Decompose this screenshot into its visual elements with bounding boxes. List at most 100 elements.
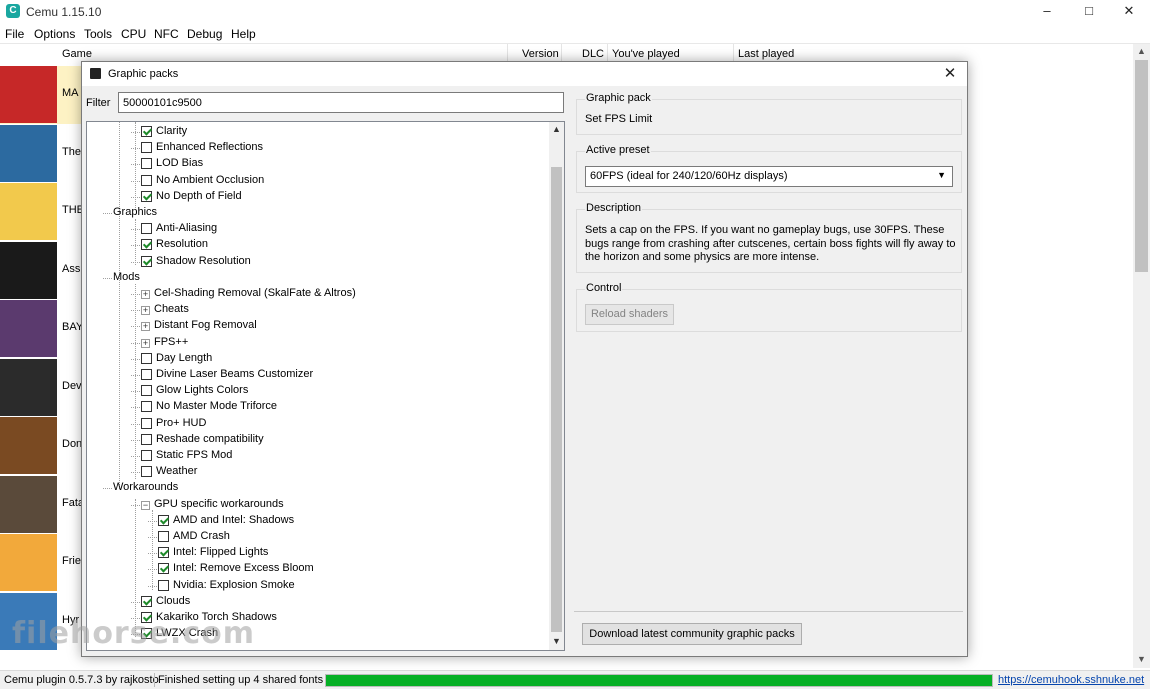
progress-fill — [326, 675, 992, 686]
status-link[interactable]: https://cemuhook.sshnuke.net — [998, 674, 1144, 686]
tree-item-label: Cheats — [154, 303, 189, 316]
checkbox-checked[interactable] — [158, 514, 169, 526]
checkbox-unchecked[interactable] — [141, 223, 152, 235]
game-row[interactable]: The — [0, 124, 82, 183]
checkbox-checked[interactable] — [141, 126, 152, 137]
checkbox-checked[interactable] — [141, 595, 152, 607]
expand-icon[interactable]: + — [141, 306, 150, 316]
tree-item-label: Intel: Remove Excess Bloom — [173, 562, 314, 575]
filter-input[interactable] — [118, 92, 564, 113]
active-preset-value: 60FPS (ideal for 240/120/60Hz displays) — [590, 170, 788, 182]
game-list-scrollbar[interactable]: ▲ ▼ — [1133, 44, 1150, 668]
expand-icon[interactable]: + — [141, 290, 150, 299]
checkbox-unchecked[interactable] — [141, 417, 152, 429]
tree-guide-line — [131, 326, 140, 328]
tree-guide-line — [131, 148, 140, 150]
checkbox-unchecked[interactable] — [158, 579, 169, 591]
checkbox-unchecked[interactable] — [141, 352, 152, 364]
reload-shaders-button[interactable]: Reload shaders — [585, 304, 674, 325]
checkbox-checked[interactable] — [141, 255, 152, 267]
tree-scroll-up-icon[interactable]: ▲ — [549, 124, 564, 134]
tree-guide-line — [148, 537, 157, 538]
expand-icon[interactable]: + — [141, 322, 150, 332]
tree-item-label: No Master Mode Triforce — [156, 400, 278, 413]
menu-cpu[interactable]: CPU — [121, 27, 146, 41]
description-label: Description — [585, 202, 643, 214]
checkbox-unchecked[interactable] — [141, 385, 152, 397]
tree-guide-line — [131, 164, 140, 166]
menu-nfc[interactable]: NFC — [154, 27, 179, 41]
status-message: Finished setting up 4 shared fonts — [158, 674, 324, 686]
checkbox-unchecked[interactable] — [141, 401, 152, 413]
tree-guide-line — [131, 439, 140, 441]
checkbox-unchecked[interactable] — [141, 158, 152, 170]
checkbox-unchecked[interactable] — [141, 433, 152, 445]
checkbox-checked[interactable] — [158, 547, 169, 559]
checkbox-unchecked[interactable] — [141, 174, 152, 186]
filter-label: Filter — [86, 97, 111, 109]
tree-guide-line — [131, 375, 140, 376]
scroll-up-icon[interactable]: ▲ — [1133, 46, 1150, 56]
tree-item-label: Pro+ HUD — [156, 416, 207, 429]
tree-item-label: Shadow Resolution — [156, 254, 251, 267]
game-row[interactable]: BAY — [0, 300, 83, 358]
collapse-icon[interactable]: − — [141, 500, 150, 510]
zelda-icon — [0, 124, 57, 182]
checkbox-unchecked[interactable] — [158, 531, 169, 542]
game-row[interactable]: MA — [0, 66, 82, 124]
tree-guide-line — [103, 213, 112, 214]
game-row[interactable]: Don — [0, 417, 82, 475]
tree-item-label: LOD Bias — [156, 157, 204, 170]
tree-scrollbar[interactable]: ▲ ▼ — [549, 122, 564, 650]
close-icon[interactable]: ✕ — [1106, 0, 1150, 24]
checkbox-unchecked[interactable] — [141, 450, 152, 461]
tree-guide-line — [131, 261, 140, 263]
menu-debug[interactable]: Debug — [187, 27, 222, 41]
tree-item-label: FPS++ — [154, 335, 189, 348]
active-preset-label: Active preset — [585, 144, 651, 156]
assassin-icon — [0, 241, 57, 299]
game-row[interactable]: Fata — [0, 475, 84, 534]
graphic-packs-icon — [90, 68, 101, 79]
game-row[interactable]: Dev — [0, 358, 82, 417]
tree-item-label: Static FPS Mod — [156, 449, 233, 461]
scrollbar-thumb[interactable] — [1135, 60, 1148, 272]
donkey-kong-icon — [0, 417, 57, 474]
game-row[interactable]: THE — [0, 183, 84, 241]
download-graphic-packs-button[interactable]: Download latest community graphic packs — [582, 623, 802, 645]
tree-guide-line — [131, 358, 140, 360]
tree-guide-line — [131, 504, 140, 506]
tree-item-label: Clarity — [156, 125, 188, 137]
tree-scrollbar-thumb[interactable] — [551, 167, 562, 632]
tree-item-label: Mods — [113, 270, 140, 283]
chevron-down-icon: ▼ — [937, 170, 946, 180]
menu-options[interactable]: Options — [34, 27, 75, 41]
graphic-pack-group: Graphic pack Set FPS Limit — [576, 92, 962, 135]
tree-guide-line — [148, 585, 157, 587]
tree-guide-line — [148, 569, 157, 571]
fatal-frame-icon — [0, 475, 57, 533]
scroll-down-icon[interactable]: ▼ — [1133, 654, 1150, 664]
checkbox-checked[interactable] — [141, 239, 152, 251]
menu-file[interactable]: File — [5, 27, 24, 41]
checkbox-checked[interactable] — [158, 563, 169, 575]
checkbox-unchecked[interactable] — [141, 142, 152, 154]
menu-tools[interactable]: Tools — [84, 27, 112, 41]
minimize-icon[interactable]: – — [1024, 0, 1070, 24]
game-row[interactable]: Frie — [0, 534, 82, 592]
checkbox-checked[interactable] — [141, 190, 152, 202]
tree-scroll-down-icon[interactable]: ▼ — [549, 636, 564, 646]
active-preset-select[interactable]: 60FPS (ideal for 240/120/60Hz displays) … — [585, 166, 953, 187]
game-row[interactable]: Ass — [0, 241, 82, 300]
close-icon[interactable]: ✕ — [939, 64, 961, 84]
checkbox-unchecked[interactable] — [141, 466, 152, 478]
tree-guide-line — [131, 310, 140, 312]
menu-bar: File Options Tools CPU NFC Debug Help — [0, 24, 1150, 44]
menu-help[interactable]: Help — [231, 27, 256, 41]
expand-icon[interactable]: + — [141, 338, 150, 348]
checkbox-unchecked[interactable] — [141, 369, 152, 380]
tree-guide-line — [131, 391, 140, 393]
graphic-pack-tree[interactable]: ▲ ▼ Clarity Enhanced Reflections LOD Bias N… — [86, 121, 565, 651]
tree-item-label: Clouds — [156, 594, 191, 607]
description-text: Sets a cap on the FPS. If you want no ga… — [585, 224, 956, 263]
